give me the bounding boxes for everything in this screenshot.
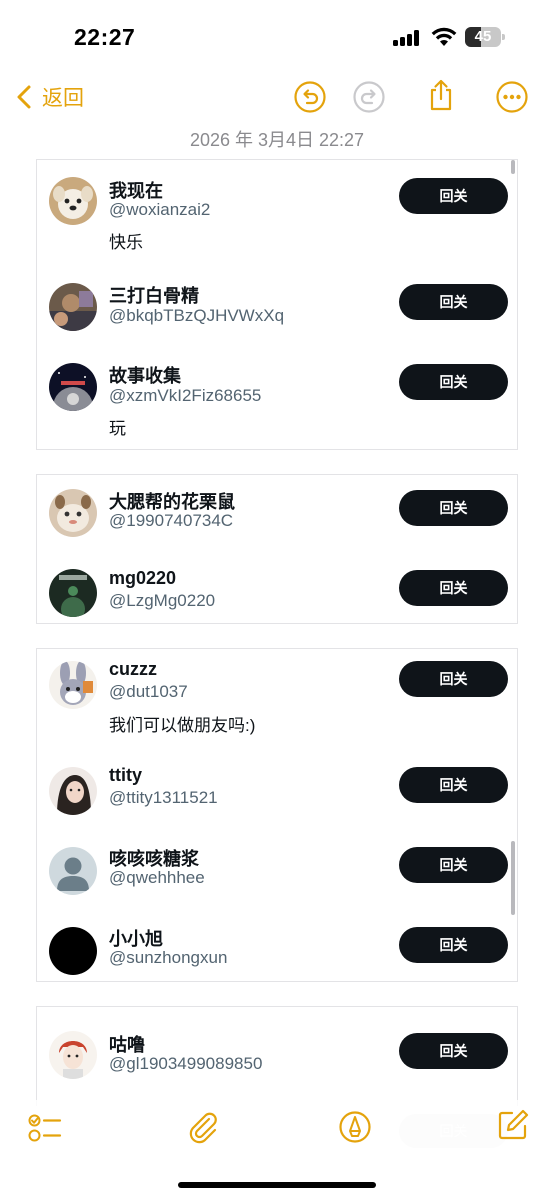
follow-back-button[interactable]: 回关 bbox=[399, 490, 508, 526]
note-date: 2026 年 3月4日 22:27 bbox=[189, 130, 365, 150]
wifi-icon bbox=[431, 27, 457, 46]
display-name: mg0220 bbox=[109, 568, 177, 588]
more-icon[interactable] bbox=[495, 80, 529, 114]
display-name: ttity bbox=[109, 765, 142, 785]
back-label: 返回 bbox=[42, 87, 84, 110]
cellular-signal-icon bbox=[393, 30, 421, 46]
status-time: 22:27 bbox=[74, 24, 136, 50]
follow-back-button[interactable]: 回关 bbox=[399, 847, 508, 883]
paperclip-icon[interactable] bbox=[186, 1110, 220, 1144]
user-bio: 玩 bbox=[109, 419, 126, 438]
display-name: 故事收集 bbox=[109, 366, 181, 386]
display-name: cuzzz bbox=[109, 659, 158, 679]
user-handle: @xzmVkI2Fiz68655 bbox=[109, 386, 262, 405]
battery-level: 45 bbox=[474, 28, 492, 45]
user-card: cuzzz @dut1037 我们可以做朋友吗:) 回关 ttity @ttit… bbox=[36, 648, 518, 982]
avatar[interactable] bbox=[49, 363, 97, 411]
user-row[interactable]: 故事收集 @xzmVkI2Fiz68655 玩 回关 bbox=[37, 346, 517, 438]
user-handle: @LzgMg0220 bbox=[109, 591, 216, 610]
user-row[interactable]: 三打白骨精 @bkqbTBzQJHVWxXq 回关 bbox=[37, 266, 517, 346]
avatar[interactable] bbox=[49, 489, 97, 537]
follow-back-button[interactable]: 回关 bbox=[399, 570, 508, 606]
follow-back-button[interactable]: 回关 bbox=[399, 284, 508, 320]
compose-icon[interactable] bbox=[496, 1108, 530, 1142]
avatar[interactable] bbox=[49, 569, 97, 617]
battery-icon: 45 bbox=[465, 27, 505, 47]
avatar[interactable] bbox=[49, 661, 97, 709]
user-row[interactable]: ttity @ttity1311521 回关 bbox=[37, 755, 517, 835]
avatar[interactable] bbox=[49, 767, 97, 815]
user-bio: 我们可以做朋友吗:) bbox=[109, 716, 256, 735]
follow-back-button[interactable]: 回关 bbox=[399, 927, 508, 963]
user-row[interactable]: 小小旭 @sunzhongxun 回关 bbox=[37, 915, 517, 981]
user-row[interactable]: mg0220 @LzgMg0220 回关 bbox=[37, 555, 517, 623]
share-icon[interactable] bbox=[424, 78, 458, 112]
user-handle: @sunzhongxun bbox=[109, 948, 228, 967]
user-handle: @qwehhhee bbox=[109, 868, 205, 887]
nav-bar: 返回 bbox=[0, 72, 554, 124]
user-bio: 快乐 bbox=[109, 233, 143, 252]
display-name: 三打白骨精 bbox=[109, 286, 199, 306]
back-button[interactable]: 返回 bbox=[14, 82, 84, 112]
user-handle: @gl1903499089850 bbox=[109, 1054, 263, 1073]
user-row[interactable]: cuzzz @dut1037 我们可以做朋友吗:) 回关 bbox=[37, 649, 517, 735]
chevron-left-icon bbox=[17, 85, 31, 109]
user-handle: @woxianzai2 bbox=[109, 200, 211, 219]
home-indicator[interactable] bbox=[178, 1182, 376, 1188]
avatar[interactable] bbox=[49, 177, 97, 225]
avatar[interactable] bbox=[49, 283, 97, 331]
follow-back-button[interactable]: 回关 bbox=[399, 178, 508, 214]
user-card: 咕噜 @gl1903499089850 回关 bbox=[36, 1006, 518, 1106]
follow-back-button[interactable]: 回关 bbox=[399, 364, 508, 400]
avatar[interactable] bbox=[49, 927, 97, 975]
follow-back-button[interactable]: 回关 bbox=[399, 767, 508, 803]
user-row[interactable]: 咳咳咳糖浆 @qwehhhee 回关 bbox=[37, 835, 517, 915]
redo-icon[interactable] bbox=[352, 80, 386, 114]
checklist-icon[interactable] bbox=[28, 1112, 62, 1146]
user-row[interactable]: 我现在 @woxianzai2 快乐 回关 bbox=[37, 160, 517, 252]
avatar[interactable] bbox=[49, 847, 97, 895]
user-handle: @1990740734C bbox=[109, 511, 234, 530]
user-card: 我现在 @woxianzai2 快乐 回关 三打白骨精 @bkqbTBzQJHV… bbox=[36, 159, 518, 450]
user-row[interactable]: 大腮帮的花栗鼠 @1990740734C 回关 bbox=[37, 475, 517, 555]
user-handle: @bkqbTBzQJHVWxXq bbox=[109, 306, 285, 325]
status-bar: 22:27 45 bbox=[0, 0, 554, 72]
follow-back-button[interactable]: 回关 bbox=[399, 661, 508, 697]
user-handle: @ttity1311521 bbox=[109, 788, 218, 807]
follow-back-button[interactable]: 回关 bbox=[399, 1033, 508, 1069]
user-row[interactable]: 咕噜 @gl1903499089850 回关 bbox=[37, 1007, 517, 1087]
undo-icon[interactable] bbox=[293, 80, 327, 114]
avatar[interactable] bbox=[49, 1031, 97, 1079]
pen-icon[interactable] bbox=[338, 1110, 372, 1144]
user-handle: @dut1037 bbox=[109, 682, 188, 701]
user-card: 大腮帮的花栗鼠 @1990740734C 回关 mg0220 @LzgMg022… bbox=[36, 474, 518, 624]
